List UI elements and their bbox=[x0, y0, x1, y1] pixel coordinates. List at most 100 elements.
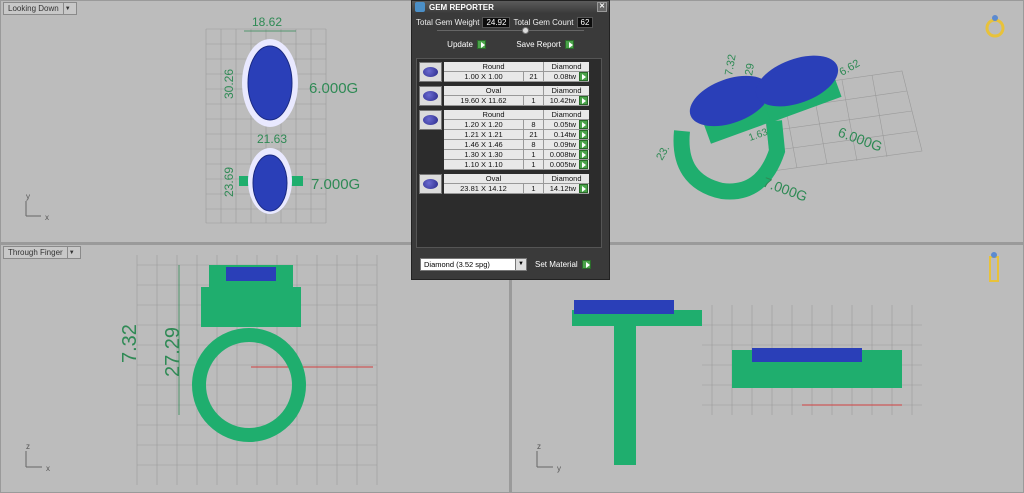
dim-width-top: 18.62 bbox=[252, 15, 282, 29]
gem-list[interactable]: Round Diamond 1.00 X 1.00 21 0.08tw Oval Dia… bbox=[416, 58, 602, 248]
front-view-drawing: 7.32 27.29 z x bbox=[25, 255, 378, 485]
axis-label-z: z bbox=[537, 442, 541, 451]
gem-material: Diamond bbox=[551, 174, 582, 183]
gem-size: 1.00 X 1.00 bbox=[444, 72, 524, 81]
gem-size: 23.81 X 14.12 bbox=[444, 184, 524, 193]
gem-table: Oval Diamond 19.60 X 11.62 1 10.42tw bbox=[444, 86, 589, 106]
select-arrow-icon[interactable] bbox=[579, 160, 588, 169]
table-row[interactable]: 1.10 X 1.10 1 0.005tw bbox=[444, 160, 589, 170]
gem-reporter-titlebar[interactable]: GEM REPORTER ✕ bbox=[412, 1, 609, 13]
table-row[interactable]: 1.46 X 1.46 8 0.09tw bbox=[444, 140, 589, 150]
oval-gem-thumbnail-icon[interactable] bbox=[419, 174, 442, 194]
gem-size: 1.46 X 1.46 bbox=[444, 140, 524, 149]
gem-group: Round Diamond 1.00 X 1.00 21 0.08tw bbox=[419, 62, 589, 82]
viewport-side[interactable]: z y bbox=[512, 245, 1023, 492]
side-gem-right bbox=[752, 348, 862, 362]
dim-3d-b: 29 bbox=[743, 62, 757, 76]
slider-knob[interactable] bbox=[522, 27, 529, 34]
dim-3d-e: 6.62 bbox=[838, 57, 863, 78]
viewport-title-through-finger[interactable]: Through Finger ▼ bbox=[3, 246, 81, 259]
gem-side bbox=[226, 267, 276, 281]
gem-count: 1 bbox=[524, 150, 544, 159]
select-arrow-icon[interactable] bbox=[579, 140, 588, 149]
select-arrow-icon[interactable] bbox=[579, 150, 588, 159]
gem-table: Round Diamond 1.00 X 1.00 21 0.08tw bbox=[444, 62, 589, 82]
totals-row: Total Gem Weight 24.92 Total Gem Count 6… bbox=[412, 13, 609, 28]
gem-weight: 10.42tw bbox=[549, 96, 576, 105]
select-arrow-icon[interactable] bbox=[579, 130, 588, 139]
table-row[interactable]: 1.20 X 1.20 8 0.05tw bbox=[444, 120, 589, 130]
ring-side-nav-icon[interactable] bbox=[989, 252, 999, 282]
gem-shape: Oval bbox=[444, 174, 544, 183]
oval-gem-thumbnail-icon[interactable] bbox=[419, 86, 442, 106]
total-weight-label: Total Gem Weight bbox=[416, 18, 480, 27]
table-row[interactable]: 23.81 X 14.12 1 14.12tw bbox=[444, 184, 589, 194]
set-material-button[interactable]: Set Material bbox=[535, 260, 591, 269]
dim-total-height: 27.29 bbox=[162, 327, 184, 377]
gem-group: Round Diamond 1.20 X 1.20 8 0.05tw 1.21 X 1… bbox=[419, 110, 589, 170]
close-icon[interactable]: ✕ bbox=[597, 2, 607, 12]
axis-label-y: y bbox=[26, 192, 30, 201]
oval-gem-lower bbox=[252, 154, 288, 212]
gem-shape: Round bbox=[444, 110, 544, 119]
gem-count: 8 bbox=[524, 120, 544, 129]
viewport-menu-arrow-icon[interactable]: ▼ bbox=[62, 3, 72, 14]
set-material-label: Set Material bbox=[535, 260, 578, 269]
table-row[interactable]: 1.00 X 1.00 21 0.08tw bbox=[444, 72, 589, 82]
table-row[interactable]: 1.21 X 1.21 21 0.14tw bbox=[444, 130, 589, 140]
ring-nav-icon[interactable] bbox=[985, 15, 1005, 38]
select-arrow-icon[interactable] bbox=[579, 184, 588, 193]
round-gem-thumbnail-icon[interactable] bbox=[419, 110, 442, 130]
viewport-title-text: Through Finger bbox=[8, 248, 63, 257]
select-arrow-icon[interactable] bbox=[579, 120, 588, 129]
viewport-title-text: Looking Down bbox=[8, 4, 59, 13]
dim-3d-c: 23. bbox=[654, 143, 672, 162]
gem-size: 1.30 X 1.30 bbox=[444, 150, 524, 159]
save-report-button[interactable]: Save Report bbox=[516, 40, 574, 49]
select-arrow-icon[interactable] bbox=[579, 72, 588, 81]
oval-gem bbox=[247, 45, 293, 121]
play-icon bbox=[476, 40, 486, 49]
viewport-through-finger[interactable]: Through Finger ▼ 7.32 27.29 z x bbox=[1, 245, 509, 492]
axis-label-z: z bbox=[26, 442, 30, 451]
chevron-down-icon[interactable]: ▼ bbox=[515, 259, 526, 270]
gem-material: Diamond bbox=[551, 86, 582, 95]
gem-count: 1 bbox=[524, 160, 544, 169]
gem-reporter-panel[interactable]: GEM REPORTER ✕ Total Gem Weight 24.92 To… bbox=[411, 0, 610, 280]
save-report-label: Save Report bbox=[516, 40, 561, 49]
axis-label-x: x bbox=[45, 213, 49, 222]
weight-3d-7g: 7.000G bbox=[761, 174, 810, 205]
round-gem-thumbnail-icon[interactable] bbox=[419, 62, 442, 82]
weight-3d-6g: 6.000G bbox=[836, 124, 885, 155]
viewport-title-looking-down[interactable]: Looking Down ▼ bbox=[3, 2, 77, 15]
select-arrow-icon[interactable] bbox=[579, 96, 588, 105]
gem-shape: Round bbox=[444, 62, 544, 71]
size-slider[interactable] bbox=[437, 27, 584, 38]
gem-size: 19.60 X 11.62 bbox=[444, 96, 524, 105]
gem-count: 8 bbox=[524, 140, 544, 149]
update-button[interactable]: Update bbox=[447, 40, 486, 49]
gem-weight: 0.08tw bbox=[553, 72, 576, 81]
viewport-menu-arrow-icon[interactable]: ▼ bbox=[66, 247, 76, 258]
gem-count: 21 bbox=[524, 130, 544, 139]
gem-material: Diamond bbox=[551, 62, 582, 71]
gem-group: Oval Diamond 23.81 X 14.12 1 14.12tw bbox=[419, 174, 589, 194]
gem-count: 21 bbox=[524, 72, 544, 81]
dim-width-bottom: 21.63 bbox=[257, 132, 287, 146]
gem-weight: 0.05tw bbox=[553, 120, 576, 129]
gem-weight: 0.005tw bbox=[549, 160, 576, 169]
table-row[interactable]: 1.30 X 1.30 1 0.008tw bbox=[444, 150, 589, 160]
total-count-value: 62 bbox=[576, 17, 594, 28]
update-label: Update bbox=[447, 40, 473, 49]
side-view-drawing: z y bbox=[536, 252, 999, 473]
table-row[interactable]: 19.60 X 11.62 1 10.42tw bbox=[444, 96, 589, 106]
dim-gem-height: 7.32 bbox=[119, 324, 141, 363]
side-shank bbox=[614, 325, 636, 465]
gem-group: Oval Diamond 19.60 X 11.62 1 10.42tw bbox=[419, 86, 589, 106]
gem-material: Diamond bbox=[551, 110, 582, 119]
side-gem-left bbox=[574, 300, 674, 314]
total-weight-value: 24.92 bbox=[482, 17, 511, 28]
gem-reporter-logo-icon bbox=[415, 2, 425, 12]
dim-height-top: 30.26 bbox=[222, 69, 236, 99]
material-select[interactable]: Diamond (3.52 spg) ▼ bbox=[420, 258, 527, 271]
